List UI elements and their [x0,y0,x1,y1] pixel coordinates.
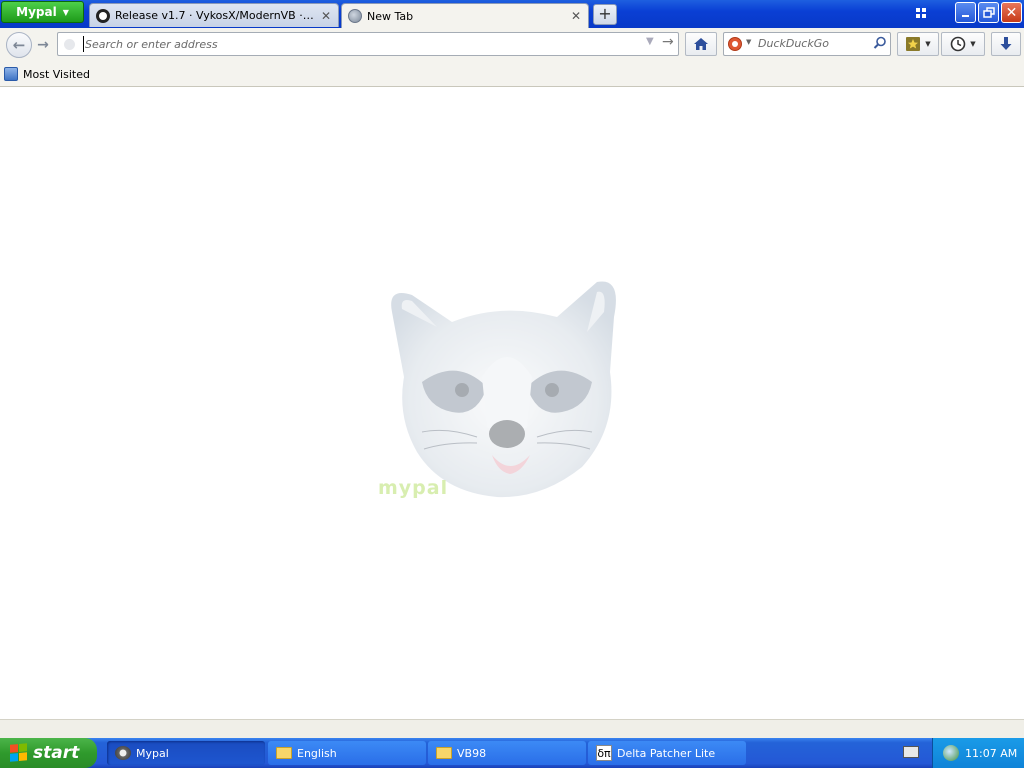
windows-flag-icon [10,743,28,763]
history-dropdown-icon[interactable]: ▼ [646,36,654,47]
bookmark-most-visited[interactable]: Most Visited [4,67,90,81]
taskbar-label: Delta Patcher Lite [617,746,716,760]
folder-icon [436,747,452,759]
taskbar: start Mypal English VB98 δπ Delta Patche… [0,738,1024,768]
history-button[interactable]: ▼ [941,32,985,56]
minimize-icon [961,14,969,17]
restore-icon [982,6,995,18]
close-tab-icon[interactable]: ✕ [320,9,332,23]
minimize-button[interactable] [955,2,976,23]
most-visited-icon [4,67,18,81]
restore-button[interactable] [978,2,999,23]
clock-icon [950,36,966,52]
network-icon[interactable] [943,745,959,761]
raccoon-icon [115,746,131,760]
duckduckgo-icon[interactable] [728,37,742,51]
globe-icon [348,9,362,23]
home-icon [694,38,708,50]
bookmark-star-icon [906,37,921,51]
app-menu-label: Mypal [16,5,57,19]
raccoon-logo-icon [391,281,616,498]
search-icon[interactable] [873,36,887,50]
taskbar-label: Mypal [136,746,169,760]
tab-title: Release v1.7 · VykosX/ModernVB · GitHub [115,9,315,22]
clock[interactable]: 11:07 AM [965,747,1017,760]
new-tab-page: mypal [0,87,1024,719]
system-tray: 11:07 AM [932,738,1024,768]
back-arrow-icon: ← [12,36,26,54]
status-bar [0,719,1024,738]
tab-new-tab[interactable]: New Tab ✕ [341,3,589,28]
search-input[interactable] [758,37,868,50]
new-tab-button[interactable]: + [593,4,617,25]
close-icon: ✕ [1005,4,1018,21]
forward-arrow-icon: → [37,37,49,53]
github-icon [96,8,110,23]
forward-button[interactable]: → [34,36,52,54]
title-bar: Mypal ▼ Release v1.7 · VykosX/ModernVB ·… [0,0,1024,28]
download-arrow-icon [1000,37,1012,50]
go-arrow-icon[interactable]: → [662,34,674,50]
url-input[interactable] [83,36,633,52]
chevron-down-icon[interactable]: ▼ [746,38,751,46]
search-bar[interactable]: ▼ [723,32,891,56]
tab-title: New Tab [367,9,414,23]
close-tab-icon[interactable]: ✕ [570,9,582,23]
chevron-down-icon: ▼ [970,40,976,48]
chevron-down-icon: ▼ [62,7,69,17]
tab-github-release[interactable]: Release v1.7 · VykosX/ModernVB · GitHub … [89,3,339,27]
bookmark-label: Most Visited [23,67,90,81]
taskbar-button-english[interactable]: English [268,741,426,765]
app-menu-button[interactable]: Mypal ▼ [1,1,84,23]
downloads-button[interactable] [991,32,1021,56]
keyboard-icon[interactable] [903,746,919,758]
bookmarks-toolbar: Most Visited [0,62,1024,87]
taskbar-label: VB98 [457,746,487,760]
chevron-down-icon: ▼ [925,40,931,48]
delta-patcher-icon: δπ [596,745,612,761]
address-bar[interactable]: ▼ → [57,32,679,56]
start-label: start [33,743,80,763]
bookmarks-menu-button[interactable]: ▼ [897,32,939,56]
taskbar-button-vb98[interactable]: VB98 [428,741,586,765]
folder-icon [276,747,292,759]
site-identity-icon[interactable] [64,39,75,50]
navigation-toolbar: ← → ▼ → ▼ ▼ ▼ [0,28,1024,62]
home-button[interactable] [685,32,717,56]
back-button[interactable]: ← [6,32,32,58]
taskbar-button-mypal[interactable]: Mypal [107,741,265,765]
close-window-button[interactable]: ✕ [1001,2,1022,23]
start-button[interactable]: start [0,738,97,768]
taskbar-label: English [297,746,337,760]
list-all-tabs-icon[interactable] [916,8,928,20]
mypal-wordmark: mypal [378,477,449,499]
taskbar-button-delta-patcher[interactable]: δπ Delta Patcher Lite [588,741,746,765]
